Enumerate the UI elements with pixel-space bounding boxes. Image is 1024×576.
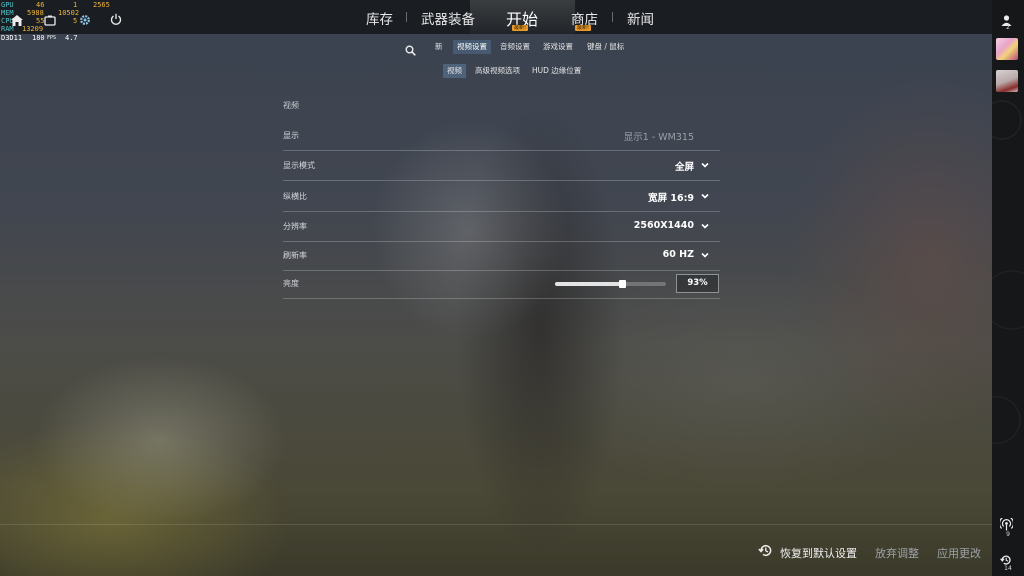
- history-count: 14: [1004, 565, 1012, 572]
- brightness-slider-handle[interactable]: [619, 280, 626, 288]
- setting-label: 显示模式: [283, 161, 315, 170]
- subnav-keyboard-mouse[interactable]: 键盘 / 鼠标: [587, 40, 624, 54]
- nav-store-new-badge: 最新!: [575, 25, 592, 31]
- cpu-value-2: 5: [73, 17, 78, 25]
- chevron-down-icon[interactable]: [700, 191, 710, 201]
- aspect-ratio-dropdown-value[interactable]: 宽屏 16:9: [648, 190, 694, 204]
- chevron-down-icon[interactable]: [700, 160, 710, 170]
- section-title: 视频: [283, 101, 299, 110]
- setting-row-refresh-rate[interactable]: 刷新率 60 HZ: [283, 241, 720, 271]
- settings-gear-icon[interactable]: [79, 11, 91, 30]
- subnav-video-settings[interactable]: 视频设置: [453, 40, 491, 54]
- tab-advanced-video[interactable]: 高级视频选项: [475, 64, 520, 78]
- mem-value-2: 10502: [58, 9, 80, 17]
- nav-loadout[interactable]: 武器装备: [421, 8, 475, 30]
- gpu-value: 46: [36, 1, 45, 9]
- discard-changes-button[interactable]: 放弃调整: [875, 545, 919, 561]
- home-icon[interactable]: [11, 11, 23, 30]
- reset-history-icon[interactable]: [758, 543, 773, 562]
- inventory-box-icon[interactable]: [44, 11, 56, 30]
- setting-label: 纵横比: [283, 192, 307, 201]
- brightness-slider[interactable]: [555, 280, 666, 288]
- chevron-down-icon[interactable]: [700, 250, 710, 260]
- friends-count: 2: [1006, 24, 1010, 31]
- power-icon[interactable]: [110, 10, 122, 29]
- display-value: 显示1 - WM315: [623, 132, 694, 143]
- nav-inventory[interactable]: 库存: [366, 8, 393, 30]
- friend-avatar[interactable]: [996, 38, 1018, 60]
- brightness-slider-fill: [555, 282, 622, 286]
- subnav-audio-settings[interactable]: 音频设置: [500, 40, 530, 54]
- fps-unit: FPS: [47, 35, 57, 41]
- tab-video[interactable]: 视频: [443, 64, 466, 78]
- setting-row-resolution[interactable]: 分辨率 2560X1440: [283, 212, 720, 242]
- setting-label: 亮度: [283, 279, 299, 288]
- d3d-label: D3D11: [1, 34, 23, 42]
- apply-changes-button[interactable]: 应用更改: [937, 545, 981, 561]
- search-icon[interactable]: [405, 41, 416, 60]
- gpu-clock: 2565: [93, 1, 110, 9]
- subnav-new[interactable]: 新: [435, 40, 443, 54]
- ram-value: 13209: [22, 25, 44, 33]
- refresh-rate-dropdown-value[interactable]: 60 HZ: [663, 249, 694, 260]
- reset-defaults-button[interactable]: 恢复到默认设置: [780, 545, 857, 561]
- chevron-down-icon[interactable]: [700, 221, 710, 231]
- nav-separator: [406, 12, 407, 22]
- tab-hud-edge-position[interactable]: HUD 边缘位置: [532, 64, 581, 78]
- mem-value: 5988: [27, 9, 44, 17]
- gpu-value-2: 1: [73, 1, 78, 9]
- setting-row-display: 显示 显示1 - WM315: [283, 121, 720, 151]
- fps-value: 180: [32, 34, 45, 42]
- brightness-value-input[interactable]: 93%: [676, 274, 719, 293]
- setting-row-aspect-ratio[interactable]: 纵横比 宽屏 16:9: [283, 182, 720, 212]
- setting-label: 显示: [283, 131, 299, 140]
- signal-count: 9: [1006, 531, 1010, 538]
- bottom-divider: [0, 524, 992, 525]
- nav-news[interactable]: 新闻: [627, 8, 654, 30]
- setting-label: 分辨率: [283, 222, 307, 231]
- frametime-value: 4.7: [65, 34, 78, 42]
- display-mode-dropdown-value[interactable]: 全屏: [675, 159, 694, 173]
- nav-separator: [612, 12, 613, 22]
- nav-play-new-badge: 最新!: [512, 25, 529, 31]
- resolution-dropdown-value[interactable]: 2560X1440: [634, 220, 694, 231]
- setting-row-display-mode[interactable]: 显示模式 全屏: [283, 151, 720, 181]
- gpu-label: GPU: [1, 1, 14, 9]
- setting-row-brightness: 亮度 93%: [283, 269, 720, 299]
- friend-avatar[interactable]: [996, 70, 1018, 92]
- setting-label: 刷新率: [283, 251, 307, 260]
- subnav-game-settings[interactable]: 游戏设置: [543, 40, 573, 54]
